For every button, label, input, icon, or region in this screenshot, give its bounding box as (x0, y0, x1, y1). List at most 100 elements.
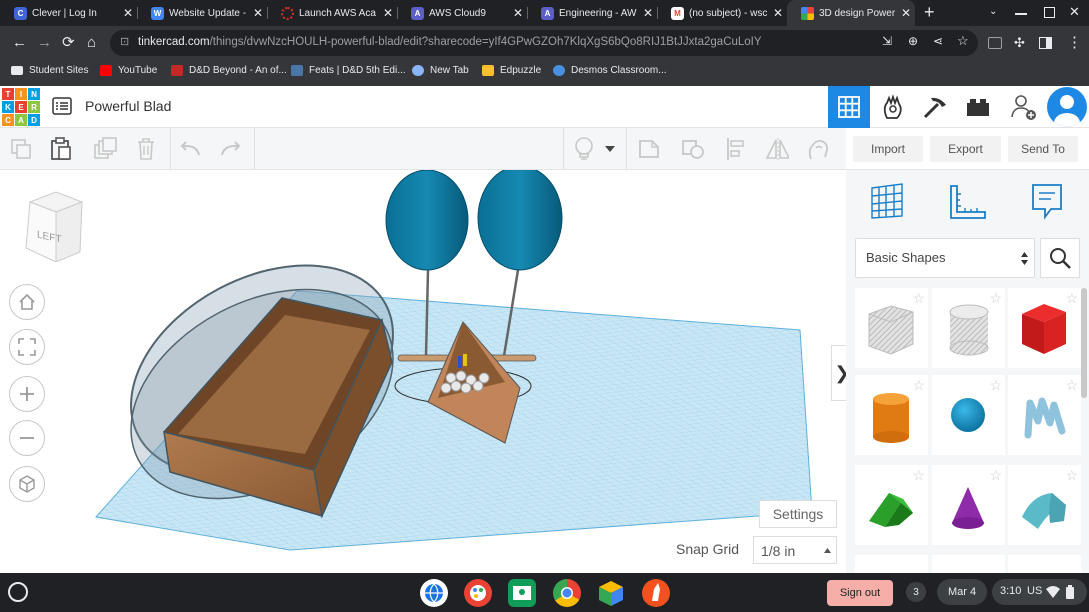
browser-tab-aws-cloud9[interactable]: A AWS Cloud9 ✕ (397, 0, 527, 26)
sign-out-button[interactable]: Sign out (827, 580, 893, 606)
tab-close-icon[interactable]: ✕ (769, 6, 787, 20)
shape-roof[interactable]: ☆ (855, 465, 928, 545)
home-view-button[interactable] (9, 284, 45, 320)
extensions-puzzle-icon[interactable]: ✣ (1014, 34, 1025, 52)
shape-box[interactable]: ☆ (1008, 288, 1081, 368)
group-button[interactable] (637, 137, 661, 161)
browser-tab-clever[interactable]: C Clever | Log In ✕ (0, 0, 137, 26)
bookmark-new-tab[interactable]: New Tab (412, 65, 469, 76)
notes-tool-button[interactable] (1030, 182, 1064, 227)
notes-dropdown-button[interactable] (603, 137, 617, 161)
back-arrow-icon[interactable]: ← (12, 34, 27, 52)
notification-badge[interactable]: 3 (906, 582, 926, 602)
circuits-button[interactable] (872, 86, 914, 128)
duplicate-button[interactable] (93, 137, 117, 161)
favorite-star-icon[interactable]: ☆ (989, 290, 1002, 307)
favorite-star-icon[interactable]: ☆ (1065, 377, 1078, 394)
favorite-star-icon[interactable]: ☆ (989, 377, 1002, 394)
taskbar-app-3d[interactable] (597, 579, 625, 607)
tab-close-icon[interactable]: ✕ (509, 6, 527, 20)
export-button[interactable]: Export (930, 136, 1001, 162)
favorite-star-icon[interactable]: ☆ (1065, 467, 1078, 484)
shape-scribble[interactable]: ☆ (1008, 375, 1081, 455)
shape-category-select[interactable]: Basic Shapes (855, 238, 1035, 278)
browser-menu-icon[interactable]: ⋮ (1067, 34, 1082, 52)
user-avatar[interactable] (1047, 87, 1087, 127)
fit-view-button[interactable] (9, 329, 45, 365)
new-tab-button[interactable]: + (924, 2, 935, 23)
taskbar-app-canvas[interactable] (464, 579, 492, 607)
taskbar-app-classroom[interactable] (508, 579, 536, 607)
shape-tile[interactable] (932, 555, 1005, 573)
extension-screen-icon[interactable] (988, 37, 1002, 49)
favorite-star-icon[interactable]: ☆ (912, 290, 925, 307)
project-list-icon[interactable] (52, 97, 72, 115)
tab-close-icon[interactable]: ✕ (379, 6, 397, 20)
align-button[interactable] (724, 137, 748, 161)
perspective-toggle-button[interactable] (9, 466, 45, 502)
zoom-in-button[interactable] (9, 376, 45, 412)
3d-scene[interactable] (0, 170, 846, 573)
bricks-button[interactable] (957, 86, 999, 128)
favorite-star-icon[interactable]: ☆ (912, 377, 925, 394)
home-icon[interactable]: ⌂ (87, 34, 96, 52)
reload-icon[interactable]: ⟳ (62, 34, 75, 52)
taskbar-app-pencil[interactable] (642, 579, 670, 607)
address-bar[interactable]: ⊡ tinkercad.com/things/dvwNzcHOULH-power… (110, 30, 978, 56)
codeblocks-button[interactable] (914, 86, 956, 128)
install-app-icon[interactable]: ⇲ (882, 34, 892, 48)
forward-arrow-icon[interactable]: → (37, 34, 52, 52)
3d-design-view-button[interactable] (828, 86, 870, 128)
tab-close-icon[interactable]: ✕ (249, 6, 267, 20)
browser-tab-engineering[interactable]: A Engineering - AW ✕ (527, 0, 657, 26)
redo-button[interactable] (219, 137, 243, 161)
bookmark-feats[interactable]: Feats | D&D 5th Edi... (291, 65, 406, 76)
browser-tab-website-update[interactable]: W Website Update - ✕ (137, 0, 267, 26)
import-button[interactable]: Import (853, 136, 923, 162)
invite-user-button[interactable] (1003, 86, 1045, 128)
shape-cone[interactable]: ☆ (932, 465, 1005, 545)
favorite-star-icon[interactable]: ☆ (912, 467, 925, 484)
undo-button[interactable] (178, 137, 202, 161)
tab-close-icon[interactable]: ✕ (639, 6, 657, 20)
launcher-button[interactable] (8, 582, 28, 602)
date-tray[interactable]: Mar 4 (937, 579, 987, 605)
shape-cylinder-hole[interactable]: ☆ (932, 288, 1005, 368)
maximize-window-icon[interactable] (1044, 7, 1055, 18)
browser-tab-launch-aws[interactable]: Launch AWS Aca ✕ (267, 0, 397, 26)
bookmark-edpuzzle[interactable]: Edpuzzle (482, 65, 541, 76)
tinkercad-logo[interactable]: TIN KER CAD (2, 88, 40, 126)
browser-tab-gmail[interactable]: M (no subject) - wsc ✕ (657, 0, 787, 26)
show-notes-button[interactable] (572, 137, 596, 161)
workplane-canvas[interactable]: LEFT ❯ Settings Snap Grid 1/8 in (0, 170, 846, 573)
shape-search-button[interactable] (1040, 238, 1080, 278)
shape-tile[interactable] (1008, 555, 1081, 573)
shape-round-roof[interactable]: ☆ (1008, 465, 1081, 545)
shape-cylinder[interactable]: ☆ (855, 375, 928, 455)
cruise-button[interactable] (806, 137, 830, 161)
taskbar-app-chrome[interactable] (553, 579, 581, 607)
send-to-button[interactable]: Send To (1008, 136, 1078, 162)
shape-tile[interactable] (855, 555, 928, 573)
close-window-icon[interactable]: ✕ (1069, 4, 1080, 20)
bookmark-youtube[interactable]: YouTube (100, 65, 157, 76)
bookmark-dnd-beyond[interactable]: D&D Beyond - An of... (171, 65, 287, 76)
ruler-tool-button[interactable] (947, 182, 987, 227)
browser-tab-tinkercad-active[interactable]: 3D design Power ✕ (787, 0, 915, 26)
share-icon[interactable]: ⋖ (933, 34, 943, 48)
snap-grid-select[interactable]: 1/8 in (753, 536, 837, 564)
favorite-star-icon[interactable]: ☆ (989, 467, 1002, 484)
zoom-icon[interactable]: ⊕ (908, 34, 918, 48)
delete-button[interactable] (134, 137, 158, 161)
panel-collapse-arrow[interactable]: ❯ (831, 345, 846, 401)
minimize-window-icon[interactable] (1015, 13, 1027, 15)
project-title[interactable]: Powerful Blad (85, 98, 171, 114)
ungroup-button[interactable] (681, 137, 705, 161)
zoom-out-button[interactable] (9, 420, 45, 456)
bookmark-star-icon[interactable]: ☆ (957, 33, 969, 49)
tab-close-icon[interactable]: ✕ (119, 6, 137, 20)
favorite-star-icon[interactable]: ☆ (1065, 290, 1078, 307)
view-cube[interactable]: LEFT (22, 188, 84, 263)
status-tray[interactable]: 3:10 US (992, 579, 1087, 605)
taskbar-app-globe[interactable] (420, 579, 448, 607)
